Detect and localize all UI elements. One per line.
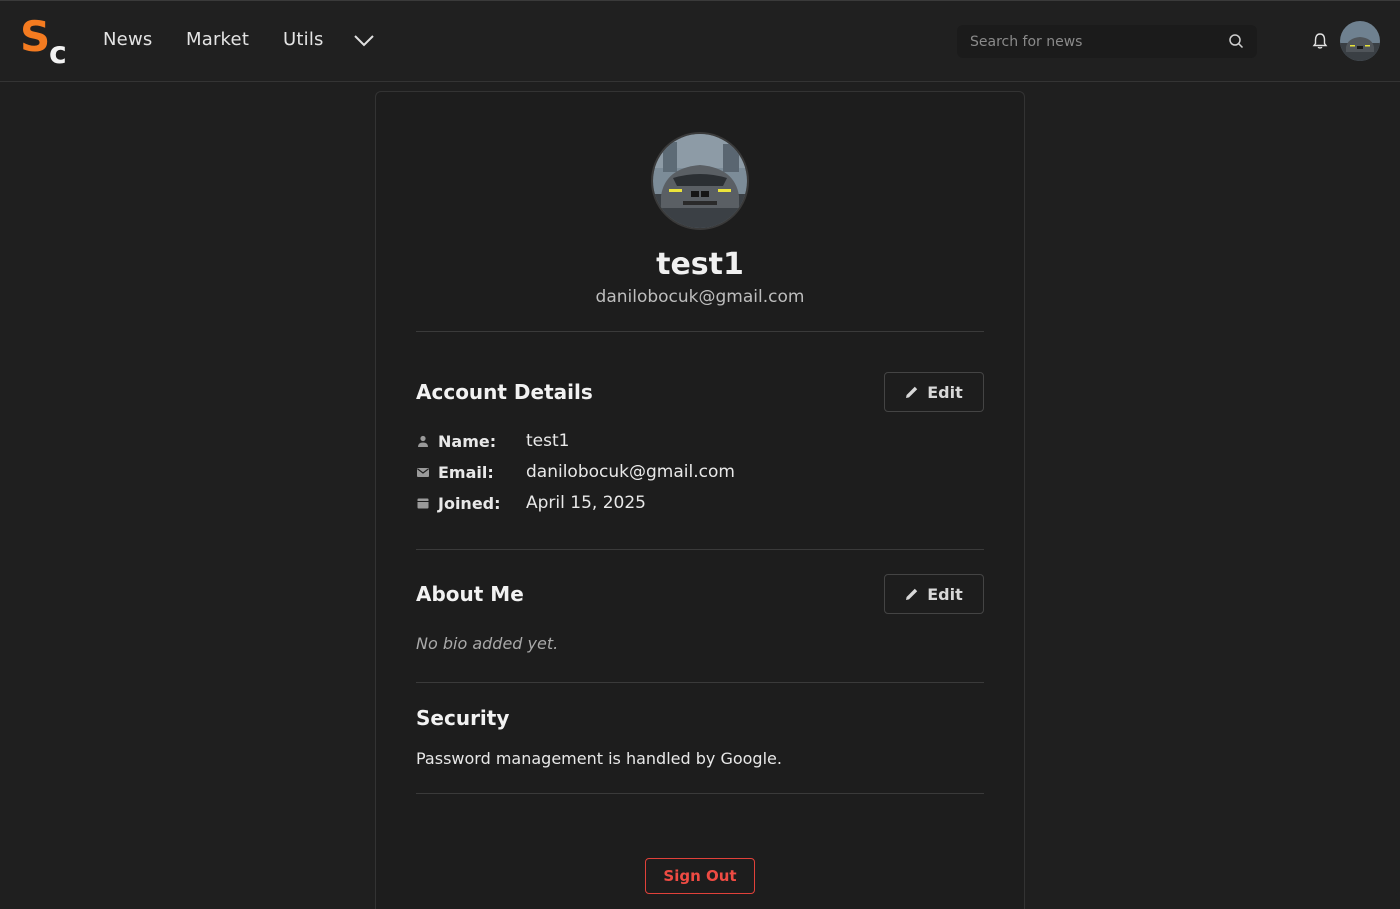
detail-value-joined: April 15, 2025 <box>526 493 646 513</box>
detail-value-email: danilobocuk@gmail.com <box>526 462 735 482</box>
profile-email: danilobocuk@gmail.com <box>595 287 805 307</box>
svg-text:S: S <box>20 15 50 61</box>
detail-row-email: Email: danilobocuk@gmail.com <box>416 461 735 483</box>
pencil-icon <box>906 588 918 600</box>
calendar-icon <box>417 498 429 509</box>
user-icon <box>418 435 428 447</box>
svg-text:c: c <box>49 36 67 65</box>
user-avatar[interactable] <box>1340 21 1380 61</box>
detail-row-name: Name: test1 <box>416 430 569 452</box>
security-text: Password management is handled by Google… <box>416 749 782 768</box>
security-title: Security <box>416 706 510 730</box>
detail-label-name: Name: <box>438 431 497 451</box>
nav-news[interactable]: News <box>103 29 152 50</box>
nav-utils[interactable]: Utils <box>283 29 324 50</box>
logo-icon[interactable]: S c <box>19 15 79 65</box>
detail-row-joined: Joined: April 15, 2025 <box>416 492 646 514</box>
search-icon[interactable] <box>1228 33 1244 49</box>
about-me-title: About Me <box>416 582 524 606</box>
pencil-icon <box>906 386 918 398</box>
bell-icon[interactable] <box>1311 32 1329 50</box>
search-input[interactable] <box>957 25 1217 58</box>
edit-account-button[interactable]: Edit <box>884 372 984 412</box>
edit-about-button[interactable]: Edit <box>884 574 984 614</box>
bio-empty-text: No bio added yet. <box>416 634 559 653</box>
divider <box>416 793 984 794</box>
search-box <box>957 25 1257 58</box>
divider <box>416 331 984 332</box>
detail-value-name: test1 <box>526 431 570 451</box>
edit-about-label: Edit <box>927 584 963 604</box>
detail-label-joined: Joined: <box>438 493 501 513</box>
profile-username: test1 <box>656 247 744 282</box>
mail-icon <box>417 468 429 477</box>
divider <box>416 549 984 550</box>
nav-market[interactable]: Market <box>186 29 249 50</box>
profile-avatar <box>651 132 749 230</box>
account-details-title: Account Details <box>416 380 593 404</box>
sign-out-button[interactable]: Sign Out <box>645 858 755 894</box>
chevron-down-icon[interactable] <box>352 30 376 50</box>
detail-label-email: Email: <box>438 462 494 482</box>
edit-account-label: Edit <box>927 382 963 402</box>
divider <box>416 682 984 683</box>
